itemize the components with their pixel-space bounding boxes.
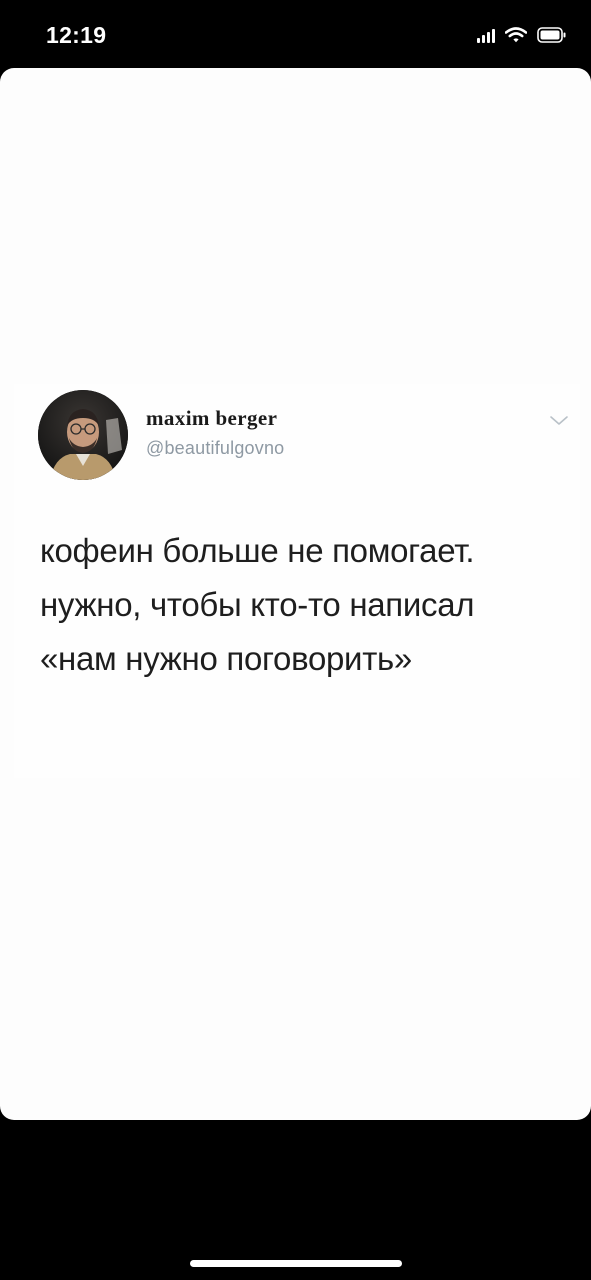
status-icons bbox=[477, 24, 567, 46]
avatar[interactable] bbox=[38, 390, 128, 480]
author-handle[interactable]: @beautifulgovno bbox=[146, 438, 284, 459]
author-name[interactable]: maxim berger bbox=[146, 406, 277, 431]
status-bar: 12:19 bbox=[0, 0, 591, 68]
battery-icon bbox=[537, 27, 567, 43]
screen: maxim berger @beautifulgovno кофеин боль… bbox=[0, 68, 591, 1120]
tweet-card: maxim berger @beautifulgovno кофеин боль… bbox=[14, 384, 580, 778]
tweet-text-line: кофеин больше не помогает. bbox=[40, 532, 475, 569]
home-indicator[interactable] bbox=[190, 1260, 402, 1267]
tweet-text-line: нужно, чтобы кто-то написал bbox=[40, 586, 475, 623]
tweet-text-line: «нам нужно поговорить» bbox=[40, 640, 412, 677]
signal-icon bbox=[477, 27, 495, 43]
status-time: 12:19 bbox=[46, 22, 107, 48]
chevron-down-icon[interactable] bbox=[549, 414, 569, 428]
wifi-icon bbox=[505, 27, 527, 43]
tweet-text: кофеин больше не помогает. нужно, чтобы … bbox=[40, 524, 570, 686]
